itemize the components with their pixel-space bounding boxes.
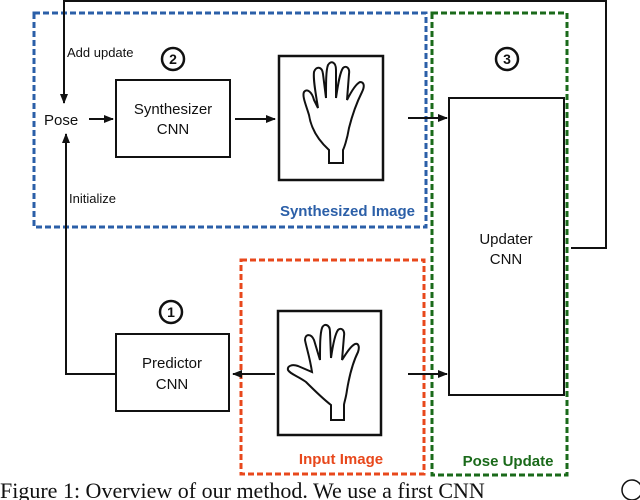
predictor-cnn-label-2: CNN <box>156 376 189 393</box>
updater-cnn-label-2: CNN <box>490 251 523 268</box>
pose-node: Pose <box>44 112 78 129</box>
predictor-cnn-box <box>115 333 230 412</box>
figure-caption: Figure 1: Overview of our method. We use… <box>0 478 485 500</box>
step-1-number: 1 <box>167 304 175 320</box>
synthesized-image-label: Synthesized Image <box>280 203 415 220</box>
step-1-badge: 1 <box>158 299 184 325</box>
input-image-label: Input Image <box>299 451 383 468</box>
step-2-number: 2 <box>169 51 177 67</box>
synthesizer-cnn-box <box>115 79 231 158</box>
step-2-badge: 2 <box>160 46 186 72</box>
updater-cnn-label-1: Updater <box>479 231 532 248</box>
initialize-line <box>62 133 116 375</box>
add-update-label: Add update <box>67 45 134 60</box>
synthesizer-cnn-label-2: CNN <box>157 121 190 138</box>
synthesizer-cnn-label-1: Synthesizer <box>134 101 212 118</box>
step-3-number: 3 <box>503 51 511 67</box>
caption-step-1-badge <box>621 479 640 500</box>
step-3-badge: 3 <box>494 46 520 72</box>
pipeline-diagram: Pose Synthesizer CNN 2 1 3 Updater CNN P… <box>0 0 640 500</box>
predictor-cnn-label-1: Predictor <box>142 355 202 372</box>
pose-update-label: Pose Update <box>463 453 554 470</box>
initialize-label: Initialize <box>69 191 116 206</box>
